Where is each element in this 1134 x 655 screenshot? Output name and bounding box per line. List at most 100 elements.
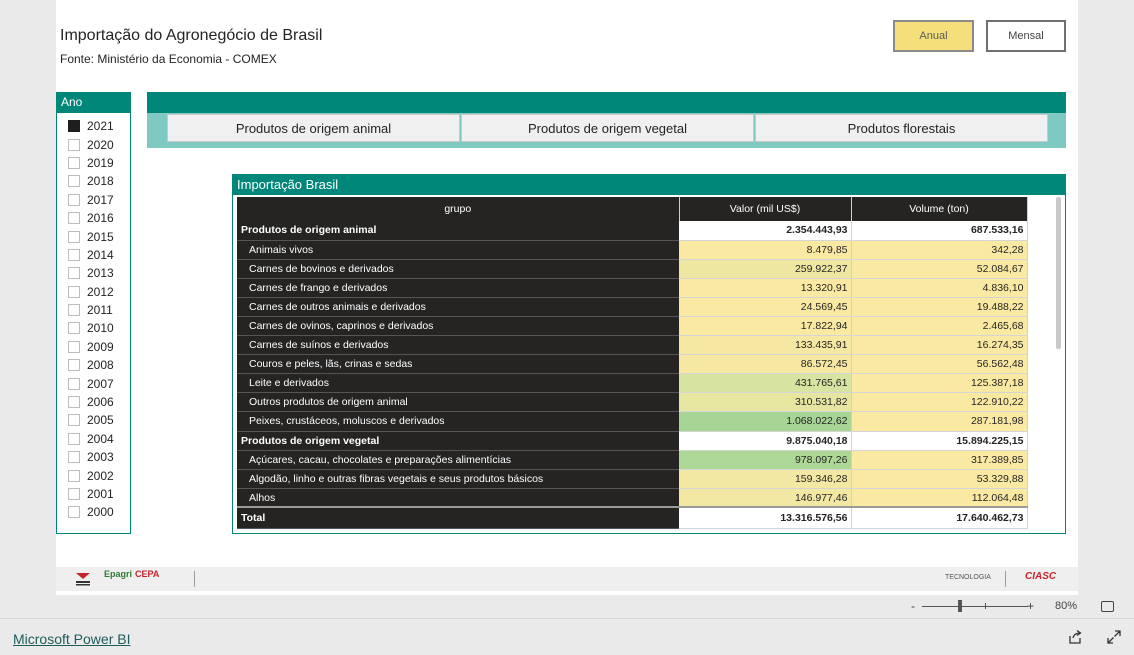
category-nav: Produtos de origem animal Produtos de or… [147, 92, 1066, 148]
table-row[interactable]: Carnes de suínos e derivados 133.435,91 16… [237, 335, 1028, 356]
slicer-item-label: 2000 [87, 505, 114, 520]
checkbox-icon[interactable] [68, 304, 80, 317]
importacao-table-visual: Importação Brasil grupo Valor (mil US$) … [232, 174, 1066, 534]
checkbox-icon[interactable] [68, 285, 80, 298]
table-row[interactable]: Carnes de bovinos e derivados 259.922,37 5… [237, 259, 1028, 279]
checkbox-icon[interactable] [68, 156, 80, 169]
government-logo-icon [76, 573, 90, 586]
anual-button[interactable]: Anual [893, 20, 974, 52]
slicer-item-2013[interactable]: 2013 [57, 264, 130, 282]
tab-produtos-florestais[interactable]: Produtos florestais [755, 114, 1048, 142]
checkbox-icon[interactable] [68, 432, 80, 445]
checkbox-icon[interactable] [68, 488, 80, 500]
slicer-item-2009[interactable]: 2009 [57, 338, 130, 356]
cell-volume: 52.084,67 [851, 259, 1028, 279]
powerbi-link[interactable]: Microsoft Power BI [13, 631, 130, 647]
cell-valor: 159.346,28 [679, 469, 852, 489]
mensal-button[interactable]: Mensal [986, 20, 1066, 52]
slicer-item-label: 2012 [87, 284, 114, 299]
slicer-item-2010[interactable]: 2010 [57, 319, 130, 337]
cell-grupo: Peixes, crustáceos, moluscos e derivados [237, 411, 679, 432]
epagri-logo-text: Epagri [104, 569, 133, 579]
slicer-item-label: 2005 [87, 413, 114, 428]
checkbox-icon[interactable] [68, 340, 80, 353]
slicer-item-2008[interactable]: 2008 [57, 356, 130, 374]
checkbox-icon[interactable] [68, 506, 80, 519]
checkbox-icon[interactable] [68, 138, 80, 151]
cell-volume: 15.894.225,15 [851, 431, 1028, 451]
checkbox-icon[interactable] [68, 120, 80, 133]
checkbox-icon[interactable] [68, 267, 80, 280]
cell-valor: 259.922,37 [679, 259, 852, 279]
table-scrollbar[interactable] [1056, 197, 1061, 349]
zoom-in-button[interactable]: + [1027, 599, 1034, 613]
slicer-item-2012[interactable]: 2012 [57, 283, 130, 301]
slicer-item-2002[interactable]: 2002 [57, 466, 130, 484]
cell-valor: 13.320,91 [679, 278, 852, 298]
checkbox-icon[interactable] [68, 451, 80, 464]
slicer-item-2001[interactable]: 2001 [57, 485, 130, 503]
slicer-item-2004[interactable]: 2004 [57, 430, 130, 448]
total-label: Total [237, 506, 679, 529]
checkbox-icon[interactable] [68, 377, 80, 390]
checkbox-icon[interactable] [68, 193, 80, 206]
group-row[interactable]: Produtos de origem animal 2.354.443,93 687… [237, 221, 1028, 241]
group-row[interactable]: Produtos de origem vegetal 9.875.040,18 15… [237, 431, 1028, 451]
zoom-out-button[interactable]: - [911, 599, 915, 613]
tab-produtos-vegetal[interactable]: Produtos de origem vegetal [461, 114, 754, 142]
total-row: Total 13.316.576,56 17.640.462,73 [237, 506, 1028, 529]
slicer-item-label: 2020 [87, 137, 114, 152]
checkbox-icon[interactable] [68, 175, 80, 188]
checkbox-icon[interactable] [68, 230, 80, 243]
report-canvas: Importação do Agronegócio de Brasil Font… [56, 0, 1078, 595]
cell-volume: 125.387,18 [851, 373, 1028, 394]
tab-produtos-animal[interactable]: Produtos de origem animal [167, 114, 460, 142]
col-header-grupo[interactable]: grupo [237, 197, 680, 221]
fit-to-page-icon[interactable] [1101, 601, 1114, 612]
slicer-item-2020[interactable]: 2020 [57, 135, 130, 153]
col-header-valor[interactable]: Valor (mil US$) [679, 197, 852, 221]
slicer-item-2021[interactable]: 2021 [57, 117, 130, 135]
slicer-item-2006[interactable]: 2006 [57, 393, 130, 411]
checkbox-icon[interactable] [68, 322, 80, 335]
checkbox-icon[interactable] [68, 212, 80, 225]
col-header-volume[interactable]: Volume (ton) [851, 197, 1028, 221]
cell-grupo: Açúcares, cacau, chocolates e preparaçõe… [237, 450, 679, 470]
slicer-item-2003[interactable]: 2003 [57, 448, 130, 466]
table-row[interactable]: Algodão, linho e outras fibras vegetais … [237, 469, 1028, 489]
slicer-item-2011[interactable]: 2011 [57, 301, 130, 319]
table-row[interactable]: Alhos 146.977,46 112.064,48 [237, 488, 1028, 508]
zoom-slider-thumb[interactable] [958, 600, 962, 612]
share-icon[interactable] [1067, 629, 1083, 645]
table-row[interactable]: Peixes, crustáceos, moluscos e derivados… [237, 411, 1028, 432]
slicer-item-2005[interactable]: 2005 [57, 411, 130, 429]
checkbox-icon[interactable] [68, 469, 80, 482]
report-title: Importação do Agronegócio de Brasil [60, 27, 323, 44]
slicer-item-2014[interactable]: 2014 [57, 246, 130, 264]
table-row[interactable]: Outros produtos de origem animal 310.531,… [237, 392, 1028, 413]
checkbox-icon[interactable] [68, 414, 80, 427]
checkbox-icon[interactable] [68, 396, 80, 409]
checkbox-icon[interactable] [68, 359, 80, 372]
fullscreen-icon[interactable] [1106, 629, 1122, 645]
slicer-item-2015[interactable]: 2015 [57, 227, 130, 245]
footer-tecnologia: TECNOLOGIA [945, 574, 991, 581]
table-row[interactable]: Animais vivos 8.479,85 342,28 [237, 240, 1028, 260]
cell-volume: 112.064,48 [851, 488, 1028, 508]
table-row[interactable]: Carnes de outros animais e derivados 24.5… [237, 297, 1028, 317]
table-row[interactable]: Leite e derivados 431.765,61 125.387,18 [237, 373, 1028, 394]
slicer-item-2000[interactable]: 2000 [57, 503, 130, 521]
table-row[interactable]: Couros e peles, lãs, crinas e sedas 86.57… [237, 354, 1028, 375]
table-row[interactable]: Carnes de frango e derivados 13.320,91 4.8… [237, 278, 1028, 298]
slicer-item-2018[interactable]: 2018 [57, 172, 130, 190]
cell-valor: 24.569,45 [679, 297, 852, 317]
slicer-item-2007[interactable]: 2007 [57, 374, 130, 392]
slicer-item-2019[interactable]: 2019 [57, 154, 130, 172]
table-row[interactable]: Carnes de ovinos, caprinos e derivados 17… [237, 316, 1028, 337]
checkbox-icon[interactable] [68, 248, 80, 261]
table-row[interactable]: Açúcares, cacau, chocolates e preparaçõe… [237, 450, 1028, 470]
zoom-slider-track[interactable] [922, 606, 1028, 607]
cell-grupo: Animais vivos [237, 240, 679, 260]
slicer-item-2016[interactable]: 2016 [57, 209, 130, 227]
slicer-item-2017[interactable]: 2017 [57, 191, 130, 209]
